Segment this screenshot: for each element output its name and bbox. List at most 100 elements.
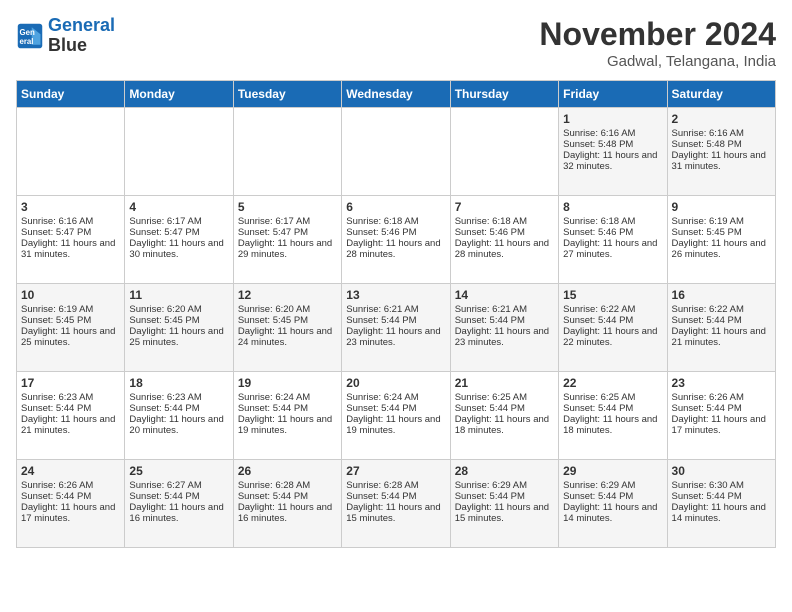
svg-text:Gen: Gen (20, 28, 35, 37)
cell-content: Daylight: 11 hours and 20 minutes. (129, 414, 228, 436)
cell-content: Sunset: 5:45 PM (238, 315, 337, 326)
subtitle: Gadwal, Telangana, India (539, 53, 776, 70)
calendar-cell: 9Sunrise: 6:19 AMSunset: 5:45 PMDaylight… (667, 196, 775, 284)
cell-content: Daylight: 11 hours and 32 minutes. (563, 150, 662, 172)
calendar-cell: 11Sunrise: 6:20 AMSunset: 5:45 PMDayligh… (125, 284, 233, 372)
calendar-cell: 12Sunrise: 6:20 AMSunset: 5:45 PMDayligh… (233, 284, 341, 372)
cell-content: Daylight: 11 hours and 17 minutes. (21, 502, 120, 524)
calendar-cell: 17Sunrise: 6:23 AMSunset: 5:44 PMDayligh… (17, 372, 125, 460)
calendar-cell: 24Sunrise: 6:26 AMSunset: 5:44 PMDayligh… (17, 460, 125, 548)
calendar-cell: 10 Sunrise: 6:19 AMSunset: 5:45 PMDayligh… (17, 284, 125, 372)
cell-content: Sunrise: 6:21 AM (346, 304, 445, 315)
cell-content: Sunset: 5:48 PM (672, 139, 771, 150)
calendar-cell: 2Sunrise: 6:16 AMSunset: 5:48 PMDaylight… (667, 108, 775, 196)
svg-text:eral: eral (20, 37, 34, 46)
cell-content: Sunrise: 6:23 AM (129, 392, 228, 403)
header-wednesday: Wednesday (342, 81, 450, 108)
cell-content: Daylight: 11 hours and 21 minutes. (672, 326, 771, 348)
cell-content: Sunset: 5:44 PM (455, 403, 554, 414)
calendar-cell (233, 108, 341, 196)
calendar-cell: 25Sunrise: 6:27 AMSunset: 5:44 PMDayligh… (125, 460, 233, 548)
cell-content: Daylight: 11 hours and 25 minutes. (21, 326, 120, 348)
calendar-cell: 8Sunrise: 6:18 AMSunset: 5:46 PMDaylight… (559, 196, 667, 284)
day-number: 26 (238, 464, 337, 478)
cell-content: Daylight: 11 hours and 21 minutes. (21, 414, 120, 436)
cell-content: Sunrise: 6:24 AM (238, 392, 337, 403)
calendar-cell: 23Sunrise: 6:26 AMSunset: 5:44 PMDayligh… (667, 372, 775, 460)
cell-content: Sunset: 5:46 PM (455, 227, 554, 238)
cell-content: Daylight: 11 hours and 25 minutes. (129, 326, 228, 348)
day-number: 7 (455, 200, 554, 214)
day-number: 1 (563, 112, 662, 126)
cell-content: Sunset: 5:44 PM (455, 491, 554, 502)
day-number: 28 (455, 464, 554, 478)
cell-content: Daylight: 11 hours and 23 minutes. (455, 326, 554, 348)
cell-content: Daylight: 11 hours and 18 minutes. (563, 414, 662, 436)
cell-content: Daylight: 11 hours and 23 minutes. (346, 326, 445, 348)
day-number: 29 (563, 464, 662, 478)
cell-content: Sunrise: 6:16 AM (563, 128, 662, 139)
day-number: 5 (238, 200, 337, 214)
calendar-cell: 22Sunrise: 6:25 AMSunset: 5:44 PMDayligh… (559, 372, 667, 460)
day-number: 2 (672, 112, 771, 126)
cell-content: Sunset: 5:44 PM (672, 491, 771, 502)
cell-content: Daylight: 11 hours and 28 minutes. (346, 238, 445, 260)
day-number: 16 (672, 288, 771, 302)
day-number: 6 (346, 200, 445, 214)
calendar-cell (450, 108, 558, 196)
cell-content: Sunset: 5:44 PM (129, 491, 228, 502)
calendar-cell (125, 108, 233, 196)
cell-content: Daylight: 11 hours and 16 minutes. (129, 502, 228, 524)
header-tuesday: Tuesday (233, 81, 341, 108)
calendar-cell: 7Sunrise: 6:18 AMSunset: 5:46 PMDaylight… (450, 196, 558, 284)
calendar-table: SundayMondayTuesdayWednesdayThursdayFrid… (16, 80, 776, 548)
calendar-body: 1Sunrise: 6:16 AMSunset: 5:48 PMDaylight… (17, 108, 776, 548)
cell-content: Sunrise: 6:25 AM (563, 392, 662, 403)
day-number: 23 (672, 376, 771, 390)
cell-content: Sunrise: 6:29 AM (563, 480, 662, 491)
cell-content: Sunset: 5:45 PM (21, 315, 120, 326)
cell-content: Daylight: 11 hours and 26 minutes. (672, 238, 771, 260)
cell-content: Daylight: 11 hours and 30 minutes. (129, 238, 228, 260)
day-number: 24 (21, 464, 120, 478)
cell-content: Daylight: 11 hours and 18 minutes. (455, 414, 554, 436)
day-number: 27 (346, 464, 445, 478)
cell-content: Sunset: 5:44 PM (563, 315, 662, 326)
cell-content: Daylight: 11 hours and 29 minutes. (238, 238, 337, 260)
cell-content: Sunrise: 6:24 AM (346, 392, 445, 403)
calendar-cell: 15Sunrise: 6:22 AMSunset: 5:44 PMDayligh… (559, 284, 667, 372)
calendar-cell: 28Sunrise: 6:29 AMSunset: 5:44 PMDayligh… (450, 460, 558, 548)
header-thursday: Thursday (450, 81, 558, 108)
month-title: November 2024 (539, 16, 776, 53)
cell-content: Sunrise: 6:28 AM (238, 480, 337, 491)
calendar-cell: 6Sunrise: 6:18 AMSunset: 5:46 PMDaylight… (342, 196, 450, 284)
cell-content: Daylight: 11 hours and 27 minutes. (563, 238, 662, 260)
day-number: 11 (129, 288, 228, 302)
cell-content: Sunset: 5:46 PM (563, 227, 662, 238)
cell-content: Daylight: 11 hours and 15 minutes. (346, 502, 445, 524)
cell-content: Sunset: 5:44 PM (563, 403, 662, 414)
day-number: 17 (21, 376, 120, 390)
day-number: 10 (21, 288, 120, 302)
cell-content: Sunset: 5:44 PM (563, 491, 662, 502)
cell-content: Sunset: 5:44 PM (672, 315, 771, 326)
week-row-3: 17Sunrise: 6:23 AMSunset: 5:44 PMDayligh… (17, 372, 776, 460)
week-row-2: 10Sunrise: 6:19 AMSunset: 5:45 PMDayligh… (17, 284, 776, 372)
day-number: 14 (455, 288, 554, 302)
cell-content: Sunrise: 6:19 AM (21, 304, 120, 315)
cell-content: Sunrise: 6:30 AM (672, 480, 771, 491)
day-number: 18 (129, 376, 228, 390)
week-row-0: 1Sunrise: 6:16 AMSunset: 5:48 PMDaylight… (17, 108, 776, 196)
header-saturday: Saturday (667, 81, 775, 108)
cell-content: Sunset: 5:44 PM (672, 403, 771, 414)
cell-content: Sunset: 5:48 PM (563, 139, 662, 150)
cell-content: Sunset: 5:44 PM (129, 403, 228, 414)
cell-content: Sunrise: 6:19 AM (672, 216, 771, 227)
cell-content: Sunset: 5:47 PM (238, 227, 337, 238)
cell-content: Daylight: 11 hours and 31 minutes. (672, 150, 771, 172)
header-monday: Monday (125, 81, 233, 108)
cell-content: Daylight: 11 hours and 24 minutes. (238, 326, 337, 348)
cell-content: Sunrise: 6:16 AM (21, 216, 120, 227)
calendar-cell: 27Sunrise: 6:28 AMSunset: 5:44 PMDayligh… (342, 460, 450, 548)
cell-content: Daylight: 11 hours and 14 minutes. (563, 502, 662, 524)
